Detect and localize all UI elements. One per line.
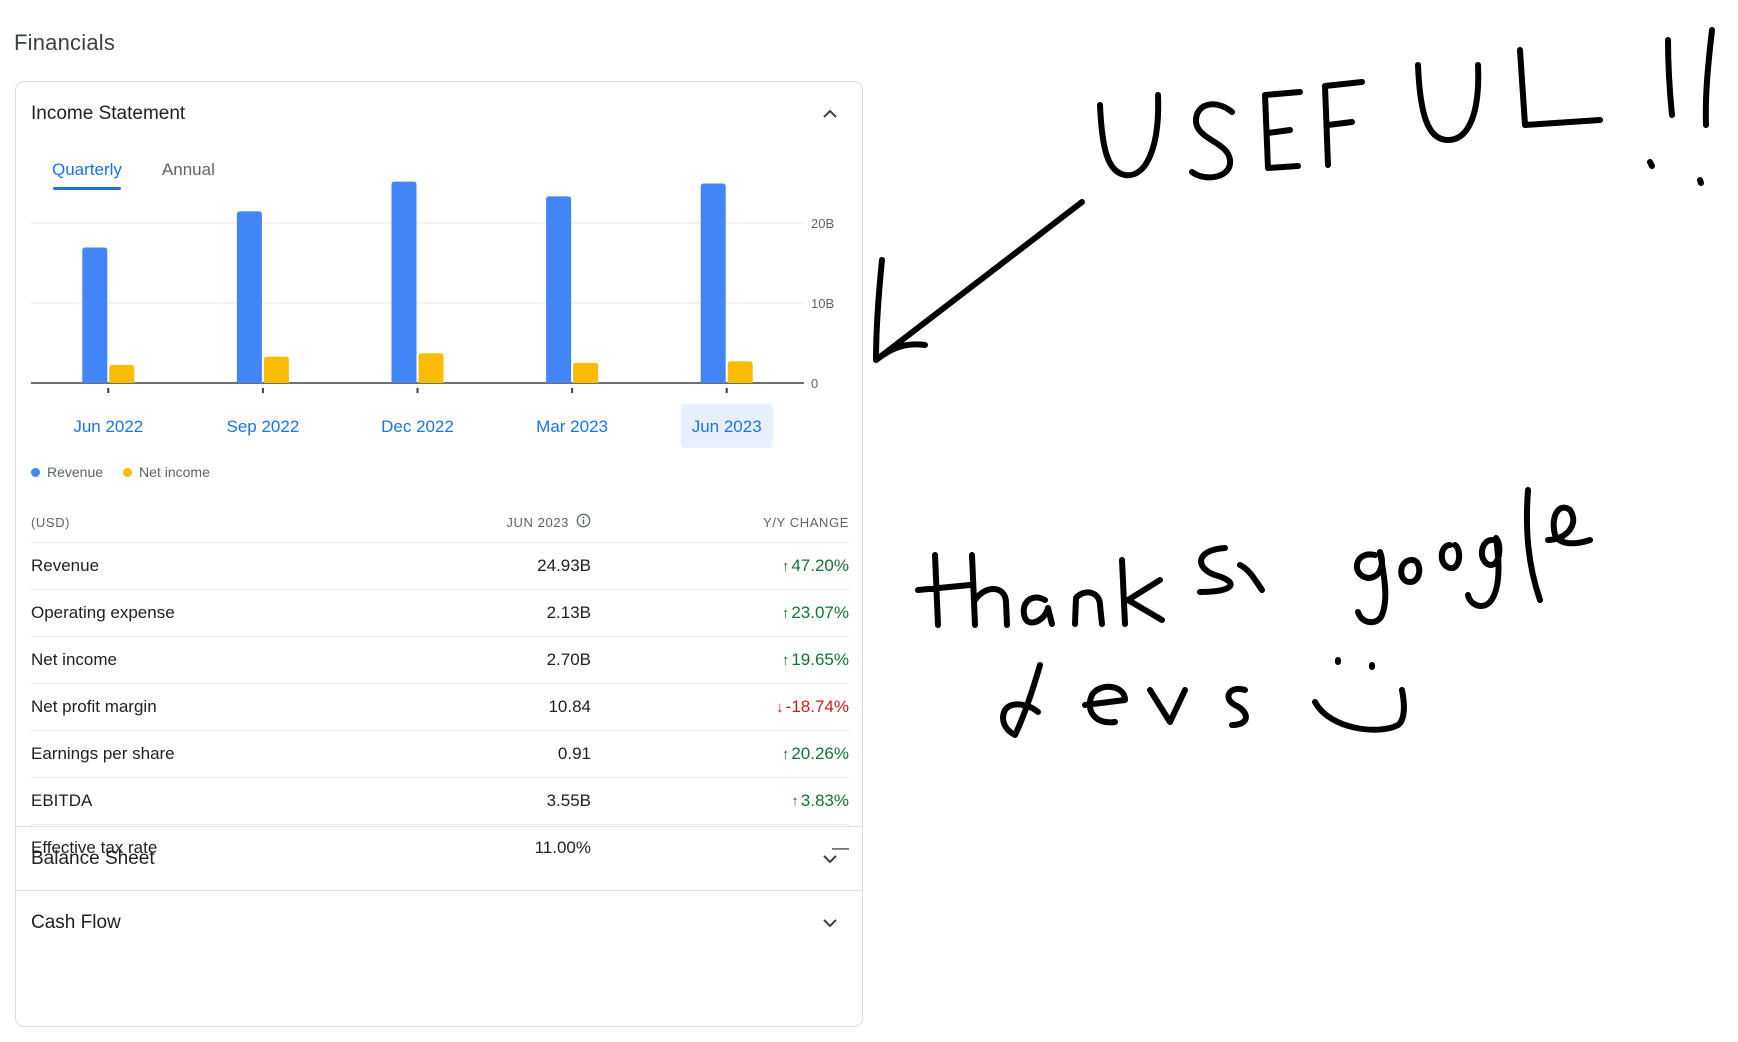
handwritten-annotation	[873, 27, 1715, 738]
annotation-devs-text	[1000, 662, 1249, 738]
smiley-face-icon	[1312, 657, 1407, 733]
annotation-thanks-text	[915, 487, 1593, 628]
annotation-useful-text	[1097, 27, 1715, 186]
arrow-icon	[873, 199, 1085, 363]
